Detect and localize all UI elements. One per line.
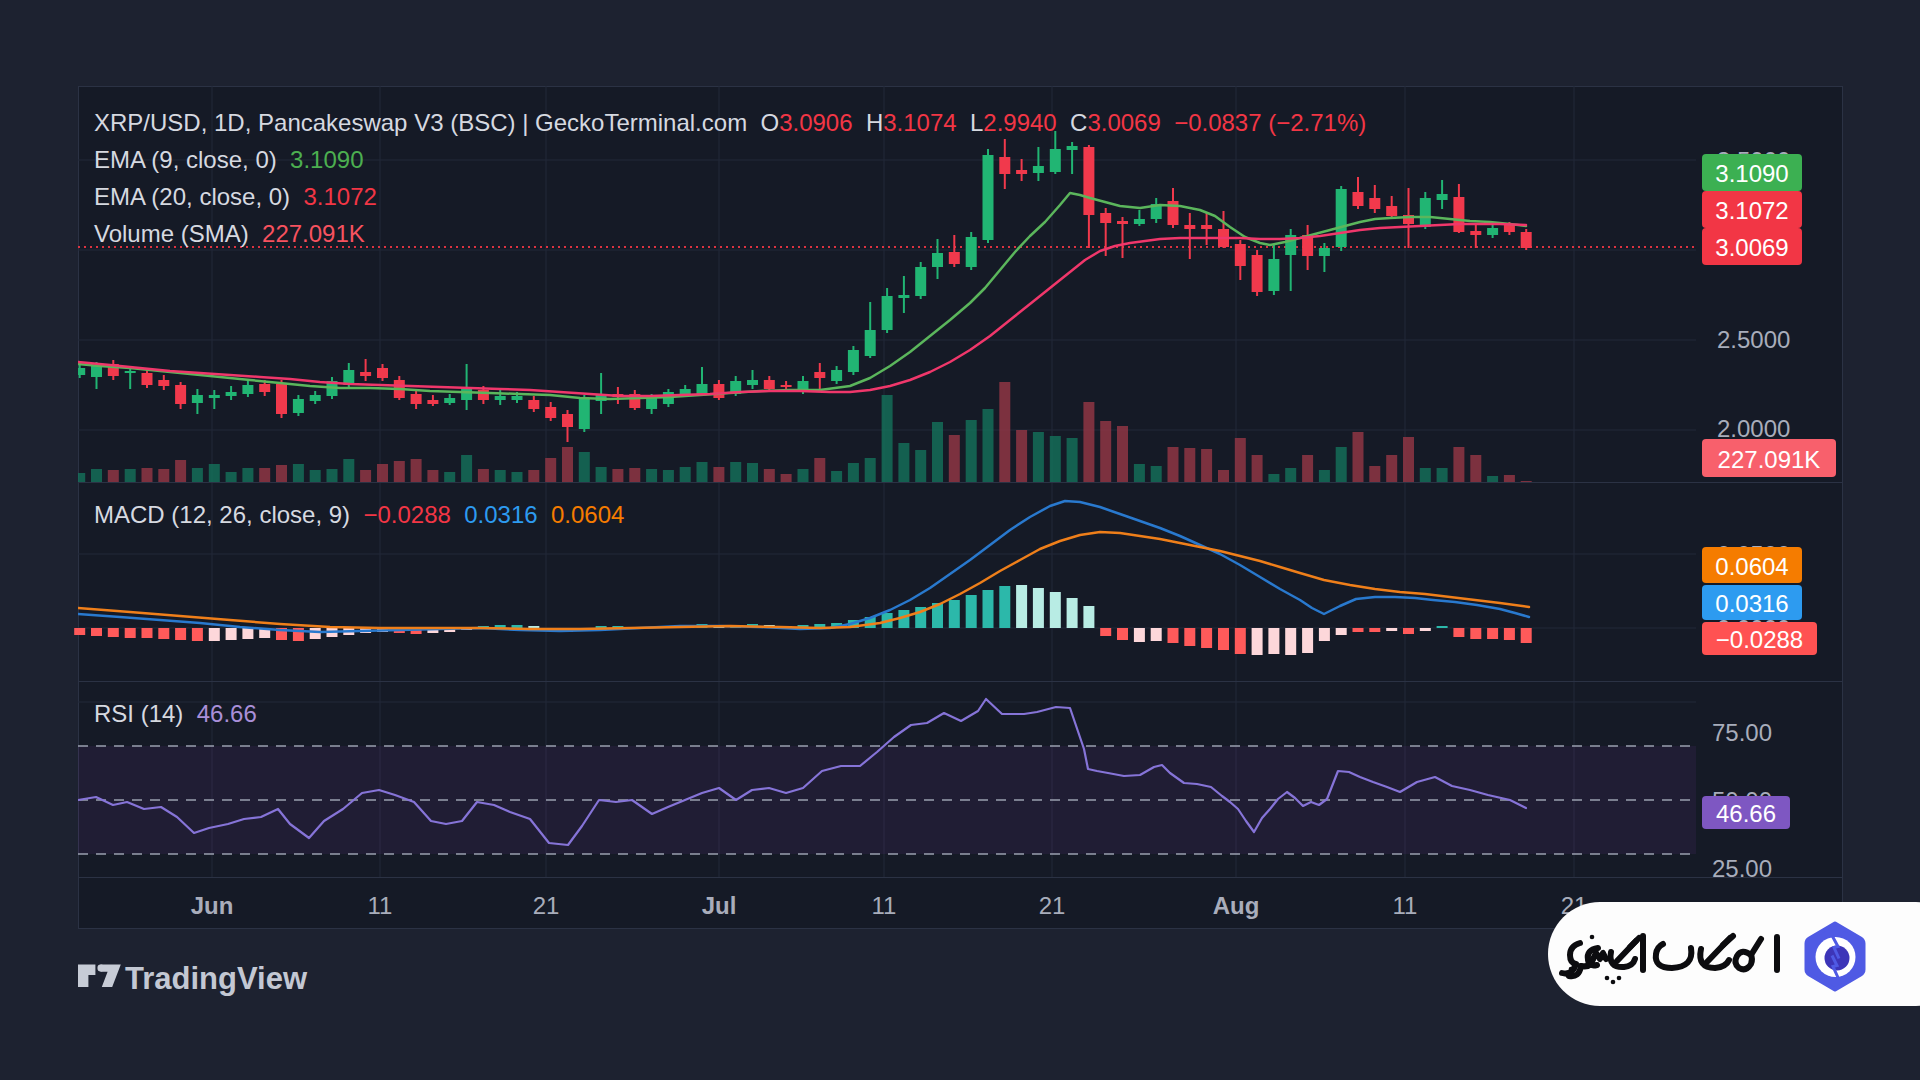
svg-text:2.5000: 2.5000 bbox=[1717, 326, 1790, 353]
svg-text:227.091K: 227.091K bbox=[1718, 446, 1821, 473]
svg-text:−0.0288: −0.0288 bbox=[1716, 626, 1803, 653]
svg-text:11: 11 bbox=[368, 892, 393, 919]
svg-text:3.1090: 3.1090 bbox=[1715, 160, 1788, 187]
svg-text:0.0604: 0.0604 bbox=[1715, 553, 1788, 580]
svg-text:11: 11 bbox=[1393, 892, 1418, 919]
svg-text:EMA (9, close, 0) 3.1090: EMA (9, close, 0) 3.1090 bbox=[94, 146, 363, 173]
svg-text:2.0000: 2.0000 bbox=[1717, 415, 1790, 442]
svg-text:75.00: 75.00 bbox=[1712, 719, 1772, 746]
svg-text:3.1072: 3.1072 bbox=[1715, 197, 1788, 224]
svg-text:Jun: Jun bbox=[191, 892, 234, 919]
svg-text:11: 11 bbox=[872, 892, 897, 919]
svg-text:25.00: 25.00 bbox=[1712, 855, 1772, 882]
svg-text:EMA (20, close, 0) 3.1072: EMA (20, close, 0) 3.1072 bbox=[94, 183, 377, 210]
svg-text:Jul: Jul bbox=[702, 892, 737, 919]
svg-text:MACD (12, 26, close, 9) −0.02: MACD (12, 26, close, 9) −0.0288 0.0316 0… bbox=[94, 501, 624, 528]
svg-text:XRP/USD, 1D, Pancakeswap V3 (B: XRP/USD, 1D, Pancakeswap V3 (BSC) | Geck… bbox=[94, 109, 1366, 136]
svg-text:TradingView: TradingView bbox=[125, 961, 308, 996]
svg-text:Volume (SMA) 227.091K: Volume (SMA) 227.091K bbox=[94, 220, 365, 247]
svg-text:46.66: 46.66 bbox=[1716, 800, 1776, 827]
svg-text:3.0069: 3.0069 bbox=[1715, 234, 1788, 261]
svg-text:21: 21 bbox=[1039, 892, 1066, 919]
svg-text:21: 21 bbox=[533, 892, 560, 919]
svg-text:0.0316: 0.0316 bbox=[1715, 590, 1788, 617]
svg-text:RSI (14) 46.66: RSI (14) 46.66 bbox=[94, 700, 257, 727]
svg-text:Aug: Aug bbox=[1213, 892, 1260, 919]
